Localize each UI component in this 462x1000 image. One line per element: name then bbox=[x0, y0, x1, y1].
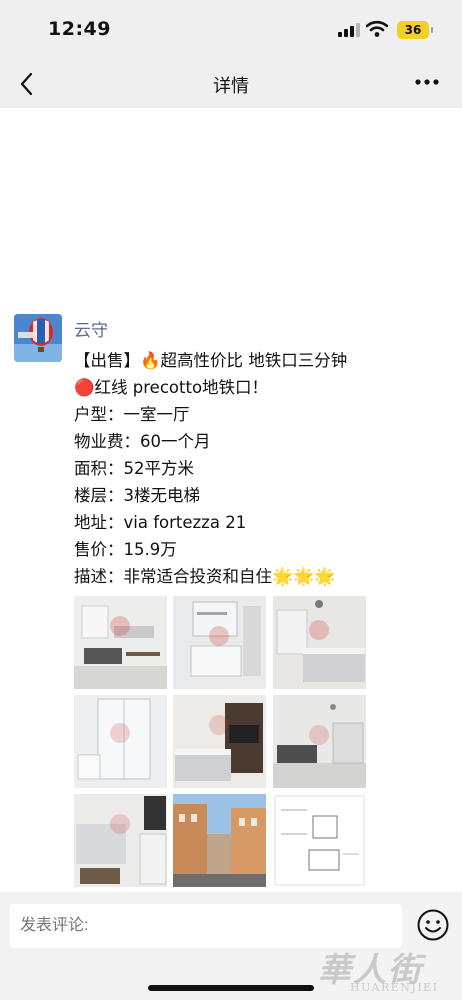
comment-input[interactable] bbox=[10, 904, 402, 948]
photo-living-room[interactable] bbox=[74, 596, 167, 689]
photo-living-area[interactable] bbox=[273, 695, 366, 788]
post-line-title: 【出售】🔥超高性价比 地铁口三分钟 bbox=[74, 351, 348, 370]
post-line-fee: 物业费：60一个月 bbox=[74, 432, 211, 451]
battery-icon: 36 bbox=[397, 21, 433, 39]
home-indicator bbox=[148, 985, 314, 991]
photo-kitchen[interactable] bbox=[74, 794, 167, 887]
emoji-icon[interactable] bbox=[416, 908, 450, 942]
description-text: 描述：非常适合投资和自住 bbox=[74, 567, 272, 586]
watermark-logo: 華人街 HUARENJIEI bbox=[318, 943, 437, 994]
photo-street[interactable] bbox=[173, 794, 266, 887]
photo-bathroom-sink[interactable] bbox=[173, 596, 266, 689]
avatar[interactable] bbox=[14, 314, 62, 362]
page-title: 详情 bbox=[213, 76, 249, 97]
star-icons: 🌟🌟🌟 bbox=[272, 567, 336, 587]
more-dots-icon[interactable] bbox=[414, 72, 440, 92]
photo-floor-plan[interactable] bbox=[273, 794, 366, 887]
balloon-logo-icon bbox=[14, 314, 62, 362]
status-time: 12:49 bbox=[48, 18, 111, 40]
post-line-area: 面积：52平方米 bbox=[74, 459, 194, 478]
wifi-icon bbox=[366, 20, 388, 37]
post-line-address: 地址：via fortezza 21 bbox=[74, 513, 247, 532]
post-line-description: 描述：非常适合投资和自住🌟🌟🌟 bbox=[74, 563, 336, 587]
photo-shower[interactable] bbox=[74, 695, 167, 788]
post-line-price: 售价：15.9万 bbox=[74, 540, 177, 559]
signal-icon bbox=[338, 23, 362, 37]
post-line-floor: 楼层：3楼无电梯 bbox=[74, 486, 200, 505]
photo-bed-wardrobe[interactable] bbox=[173, 695, 266, 788]
status-bar: 12:49 36 bbox=[0, 0, 462, 60]
watermark-sub: HUARENJIEI bbox=[350, 981, 439, 994]
author-name[interactable]: 云守 bbox=[74, 316, 108, 341]
nav-bar: 详情 bbox=[0, 60, 462, 108]
post-line-metro: 🔴红线 precotto地铁口！ bbox=[74, 378, 269, 397]
photo-bedroom[interactable] bbox=[273, 596, 366, 689]
post-line-layout: 户型：一室一厅 bbox=[74, 405, 190, 424]
